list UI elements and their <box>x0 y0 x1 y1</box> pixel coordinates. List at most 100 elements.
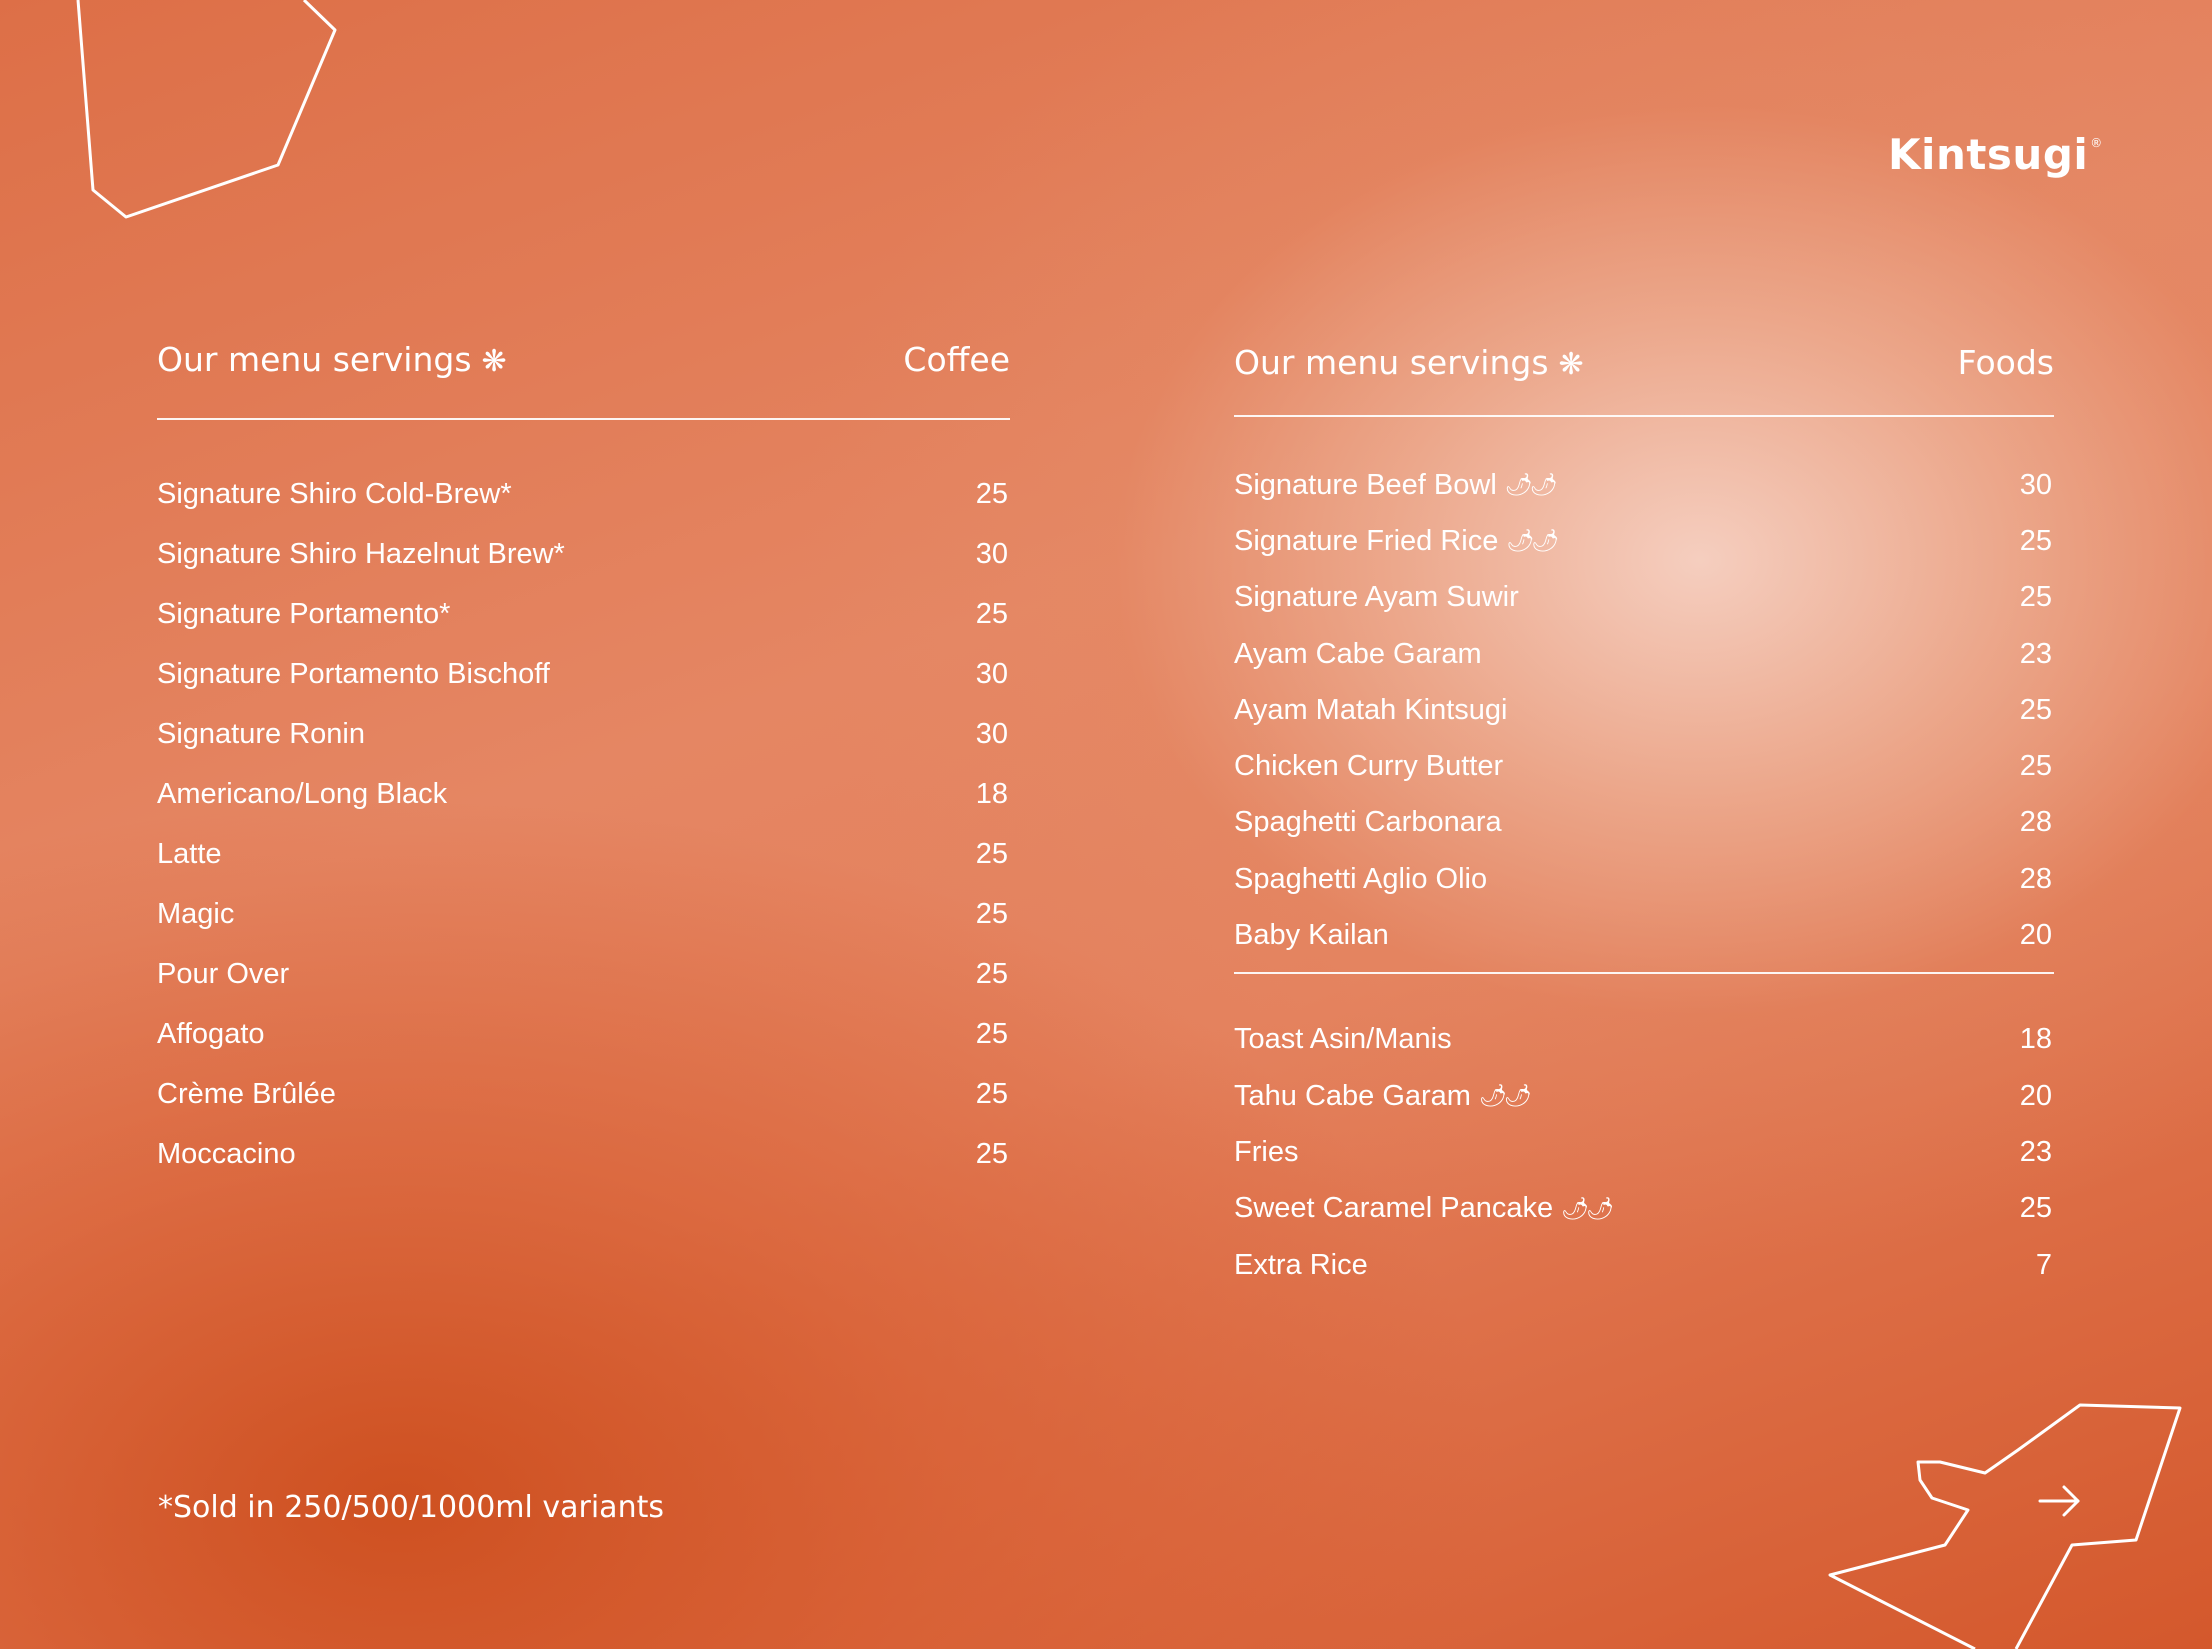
menu-item-price: 23 <box>2019 1135 2052 1168</box>
brand-logo-text: Kintsugi <box>1888 130 2089 179</box>
menu-item-price: 23 <box>2019 637 2052 670</box>
menu-item-wrap: Ayam Cabe Garam <box>1234 637 1482 670</box>
menu-item: Latte 25 <box>157 824 1010 884</box>
menu-item-name: Signature Portamento Bischoff <box>157 657 550 690</box>
menu-item-price: 30 <box>975 537 1008 570</box>
menu-item: Extra Rice 7 <box>1234 1237 2054 1293</box>
menu-item: Tahu Cabe Garam 🌶🌶 20 <box>1234 1068 2054 1124</box>
menu-item-wrap: Affogato <box>157 1019 265 1049</box>
foods-category-label: Foods <box>1957 342 2054 382</box>
coffee-header: Our menu servings ❋ Coffee <box>157 334 1010 384</box>
foods-sides-list: Toast Asin/Manis 18 Tahu Cabe Garam 🌶🌶 20 Fri… <box>1234 1012 2054 1293</box>
menu-item: Signature Shiro Cold-Brew* 25 <box>157 464 1010 524</box>
menu-item-name: Signature Ronin <box>157 717 365 750</box>
menu-item-wrap: Spaghetti Carbonara <box>1234 808 1502 837</box>
menu-item-name: Magic <box>157 897 235 930</box>
menu-item-wrap: Magic <box>157 897 235 930</box>
menu-item: Americano/Long Black 18 <box>157 764 1010 824</box>
menu-item: Baby Kailan 20 <box>1234 907 2054 963</box>
menu-item-name: Extra Rice <box>1234 1248 1368 1281</box>
foods-heading: Our menu servings ❋ <box>1234 343 1584 382</box>
menu-item: Spaghetti Aglio Olio 28 <box>1234 851 2054 907</box>
coffee-heading: Our menu servings ❋ <box>157 340 507 379</box>
coffee-item-list: Signature Shiro Cold-Brew* 25 Signature Sh… <box>157 464 1010 1184</box>
menu-item-price: 30 <box>975 717 1008 750</box>
menu-item: Sweet Caramel Pancake 🌶🌶 25 <box>1234 1181 2054 1237</box>
foods-mains-list: Signature Beef Bowl 🌶🌶 30 Signature Fried R… <box>1234 457 2054 964</box>
menu-item: Signature Fried Rice 🌶🌶 25 <box>1234 513 2054 569</box>
menu-item-price: 30 <box>2019 468 2052 501</box>
menu-item-wrap: Spaghetti Aglio Olio <box>1234 862 1488 895</box>
menu-item: Signature Beef Bowl 🌶🌶 30 <box>1234 457 2054 513</box>
menu-item-wrap: Tahu Cabe Garam 🌶🌶 <box>1234 1079 1532 1112</box>
menu-item-price: 7 <box>2035 1248 2052 1281</box>
divider <box>1234 971 2054 974</box>
flower-icon: ❋ <box>1558 346 1584 382</box>
coffee-menu: Our menu servings ❋ Coffee Signature Shir… <box>157 334 1010 1184</box>
menu-item-name: Signature Portamento* <box>157 597 451 630</box>
menu-item-name: Tahu Cabe Garam <box>1234 1079 1471 1112</box>
menu-item-wrap: Pour Over <box>157 957 290 990</box>
menu-item-price: 25 <box>2019 524 2052 557</box>
menu-item-wrap: Signature Ronin <box>157 717 365 750</box>
menu-item-name: Pour Over <box>157 957 290 990</box>
menu-item-name: Latte <box>157 837 222 870</box>
menu-item-price: 25 <box>975 1017 1008 1050</box>
menu-item: Ayam Cabe Garam 23 <box>1234 626 2054 682</box>
arrow-right-icon[interactable] <box>2038 1484 2082 1518</box>
menu-item: Pour Over 25 <box>157 944 1010 1004</box>
menu-item: Magic 25 <box>157 884 1010 944</box>
menu-item-price: 28 <box>2019 862 2052 895</box>
menu-item-name: Ayam Cabe Garam <box>1234 637 1482 670</box>
menu-item-name: Chicken Curry Butter <box>1234 750 1504 783</box>
menu-item: Signature Ayam Suwir 25 <box>1234 570 2054 626</box>
footnote: *Sold in 250/500/1000ml variants <box>158 1490 664 1525</box>
menu-item: Signature Shiro Hazelnut Brew* 30 <box>157 524 1010 584</box>
menu-item: Spaghetti Carbonara 28 <box>1234 795 2054 851</box>
menu-item-price: 25 <box>975 1077 1008 1110</box>
menu-item-price: 28 <box>2019 806 2052 839</box>
polygon-outline-icon <box>76 0 337 219</box>
chili-icon: 🌶🌶 <box>1504 472 1558 498</box>
menu-item-name: Signature Beef Bowl <box>1234 468 1497 501</box>
foods-heading-text: Our menu servings <box>1234 342 1549 382</box>
menu-item-name: Signature Fried Rice <box>1234 524 1499 557</box>
menu-item-name: Fries <box>1234 1135 1299 1168</box>
foods-header: Our menu servings ❋ Foods <box>1234 337 2054 387</box>
menu-item-wrap: Fries <box>1234 1135 1299 1168</box>
menu-item-price: 25 <box>2019 581 2052 614</box>
menu-item: Ayam Matah Kintsugi 25 <box>1234 682 2054 738</box>
coffee-heading-text: Our menu servings <box>157 339 472 379</box>
menu-item-name: Sweet Caramel Pancake <box>1234 1192 1554 1225</box>
menu-item-wrap: Baby Kailan <box>1234 921 1389 950</box>
menu-item: Toast Asin/Manis 18 <box>1234 1012 2054 1068</box>
menu-item: Chicken Curry Butter 25 <box>1234 738 2054 794</box>
menu-item-price: 25 <box>975 1137 1008 1170</box>
menu-item: Signature Portamento* 25 <box>157 584 1010 644</box>
chili-icon: 🌶🌶 <box>1478 1083 1532 1109</box>
menu-item-name: Crème Brûlée <box>157 1077 336 1110</box>
menu-item-price: 25 <box>2019 750 2052 783</box>
coffee-category-label: Coffee <box>903 339 1010 379</box>
menu-item-price: 30 <box>975 657 1008 690</box>
menu-item-name: Signature Shiro Hazelnut Brew* <box>157 537 565 570</box>
menu-item-price: 25 <box>975 837 1008 870</box>
menu-item-price: 25 <box>975 597 1008 630</box>
menu-item-price: 20 <box>2019 919 2052 952</box>
menu-item-wrap: Crème Brûlée <box>157 1077 336 1110</box>
menu-item-price: 20 <box>2019 1079 2052 1112</box>
menu-item-name: Spaghetti Aglio Olio <box>1234 862 1488 895</box>
chili-icon: 🌶🌶 <box>1506 528 1559 554</box>
menu-item-wrap: Signature Beef Bowl 🌶🌶 <box>1234 468 1558 501</box>
registered-mark: ® <box>2090 136 2103 150</box>
menu-item-name: Ayam Matah Kintsugi <box>1234 693 1508 726</box>
menu-item-wrap: Chicken Curry Butter <box>1234 752 1503 781</box>
flower-icon: ❋ <box>481 343 507 379</box>
menu-item-name: Moccacino <box>157 1137 296 1170</box>
menu-item-price: 18 <box>975 777 1008 810</box>
menu-item-name: Toast Asin/Manis <box>1234 1023 1452 1056</box>
menu-item-price: 25 <box>975 897 1008 930</box>
menu-item-wrap: Ayam Matah Kintsugi <box>1234 693 1508 726</box>
menu-item-wrap: Signature Shiro Hazelnut Brew* <box>157 537 565 570</box>
bird-outline-icon <box>1828 1403 2182 1649</box>
